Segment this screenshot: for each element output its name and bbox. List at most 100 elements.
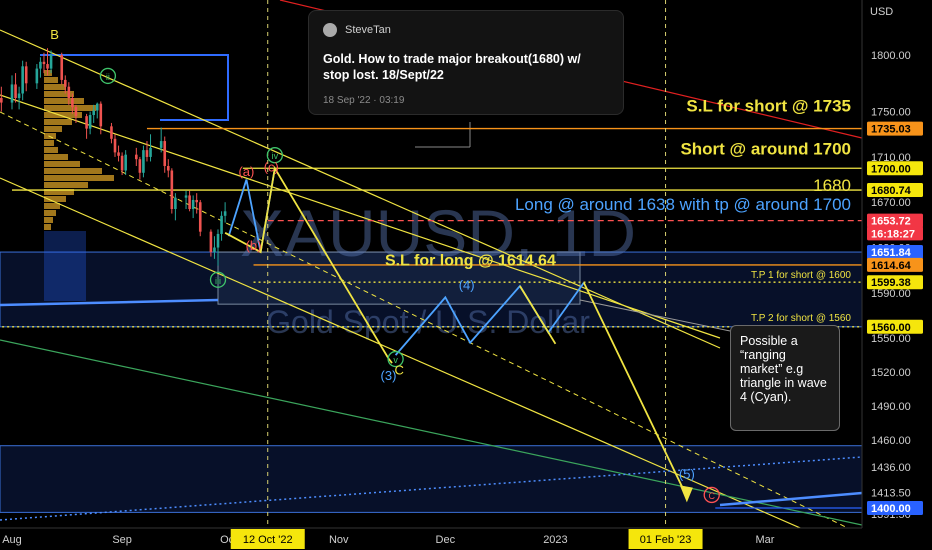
candle-body — [195, 199, 198, 203]
candle-body — [99, 103, 103, 127]
volume-profile-bar — [44, 126, 62, 132]
candle-body — [35, 68, 39, 84]
candle-body — [184, 195, 188, 198]
price-badge-label: 1700.00 — [871, 163, 911, 175]
candle-body — [71, 98, 74, 108]
chart-annotation: T.P 2 for short @ 1560 — [751, 313, 851, 324]
note-date: 18 Sep '22 · 03:19 — [323, 95, 405, 106]
wave-label: ii — [106, 72, 110, 82]
candle-body — [67, 86, 71, 99]
volume-profile-block — [44, 231, 86, 301]
candle-body — [170, 170, 174, 210]
candle-body — [110, 126, 113, 139]
price-tick-label: 1520.00 — [871, 367, 911, 379]
wave-label: (4) — [459, 277, 475, 292]
time-tick-label: Sep — [112, 534, 132, 546]
candle-body — [42, 61, 46, 65]
volume-profile-bar — [44, 217, 53, 223]
note-author-name: SteveTan — [345, 24, 391, 36]
time-tick-label: 2023 — [543, 534, 567, 546]
volume-profile-bar — [44, 77, 58, 83]
price-tick-label: 1800.00 — [871, 50, 911, 62]
candle-body — [92, 110, 95, 116]
time-tick-label: Mar — [756, 534, 775, 546]
chart-annotation: 1680 — [813, 176, 851, 195]
wave-label: (c) — [264, 160, 279, 175]
chart-annotation: Long @ around 1638 with tp @ around 1700 — [515, 195, 851, 214]
candle-body — [174, 197, 177, 210]
date-highlight-label: 01 Feb '23 — [640, 534, 692, 546]
candle-body — [85, 116, 88, 129]
wave-label: (a) — [238, 164, 254, 179]
candle-body — [95, 103, 99, 111]
wave-label: C — [708, 491, 715, 501]
candle-body — [10, 84, 14, 103]
candle-body — [46, 64, 49, 69]
price-badge-label: 1614.64 — [871, 260, 912, 272]
volume-profile-bar — [44, 161, 80, 167]
candle-body — [124, 154, 127, 171]
candle-body — [21, 66, 24, 94]
candle-body — [39, 61, 42, 69]
volume-profile-bar — [44, 175, 114, 181]
price-badge-label: 16:18:27 — [871, 228, 915, 240]
volume-profile-bar — [44, 84, 66, 90]
candle-body — [145, 150, 149, 157]
candle-body — [213, 247, 216, 253]
author-avatar-icon — [323, 23, 337, 37]
candle-body — [149, 147, 152, 157]
candle-body — [220, 215, 223, 234]
volume-profile-bar — [44, 105, 96, 111]
price-tick-label: 1490.00 — [871, 401, 911, 413]
candle-body — [142, 150, 145, 173]
price-badge-label: 1400.00 — [871, 503, 911, 515]
candle-body — [14, 84, 17, 99]
candle-body — [191, 199, 195, 210]
candle-body — [24, 66, 28, 84]
target-zone — [0, 445, 863, 513]
currency-label: USD — [870, 6, 893, 18]
candle-body — [60, 55, 64, 80]
chart-annotation: Short @ around 1700 — [680, 140, 851, 159]
time-tick-label: Nov — [329, 534, 349, 546]
wave-label: (b) — [246, 238, 262, 253]
candle-body — [117, 152, 120, 156]
candle-body — [166, 165, 170, 171]
volume-profile-bar — [44, 182, 88, 188]
price-tick-label: 1460.00 — [871, 435, 911, 447]
volume-profile-bar — [44, 147, 58, 153]
candle-body — [138, 159, 142, 173]
candle-body — [223, 211, 227, 216]
price-badge-label: 1735.03 — [871, 124, 911, 136]
price-badge-label: 1560.00 — [871, 322, 911, 334]
price-badge-label: 1651.84 — [871, 247, 912, 259]
candle-body — [135, 154, 138, 160]
price-tick-label: 1550.00 — [871, 333, 911, 345]
volume-profile-bar — [44, 210, 56, 216]
ranging-market-callout: Possible a “ranging market” e.g triangle… — [730, 325, 840, 431]
callout-text: Possible a “ranging market” e.g triangle… — [740, 334, 827, 404]
candle-body — [74, 107, 78, 117]
wave-label: (5) — [679, 467, 695, 482]
candle-body — [88, 115, 92, 129]
candle-body — [49, 55, 53, 69]
candle-body — [63, 79, 67, 87]
wave-label: iii — [215, 276, 221, 286]
price-tick-label: 1750.00 — [871, 107, 911, 119]
time-tick-label: Aug — [2, 534, 22, 546]
volume-profile-bar — [44, 224, 51, 230]
price-tick-label: 1436.00 — [871, 462, 911, 474]
wave-label: C — [394, 362, 403, 377]
chart-annotation: S.L for long @ 1614.64 — [385, 253, 556, 270]
candle-body — [188, 195, 191, 210]
price-tick-label: 1670.00 — [871, 197, 911, 209]
price-badge-label: 1653.72 — [871, 216, 911, 228]
volume-profile-bar — [44, 154, 68, 160]
volume-profile-bar — [44, 203, 60, 209]
volume-profile-bar — [44, 98, 84, 104]
chart-annotation: S.L for short @ 1735 — [686, 97, 851, 116]
candle-body — [198, 202, 202, 232]
idea-note-card[interactable]: SteveTan Gold. How to trade major breako… — [308, 10, 624, 115]
candle-body — [209, 231, 213, 253]
volume-profile-bar — [44, 140, 54, 146]
